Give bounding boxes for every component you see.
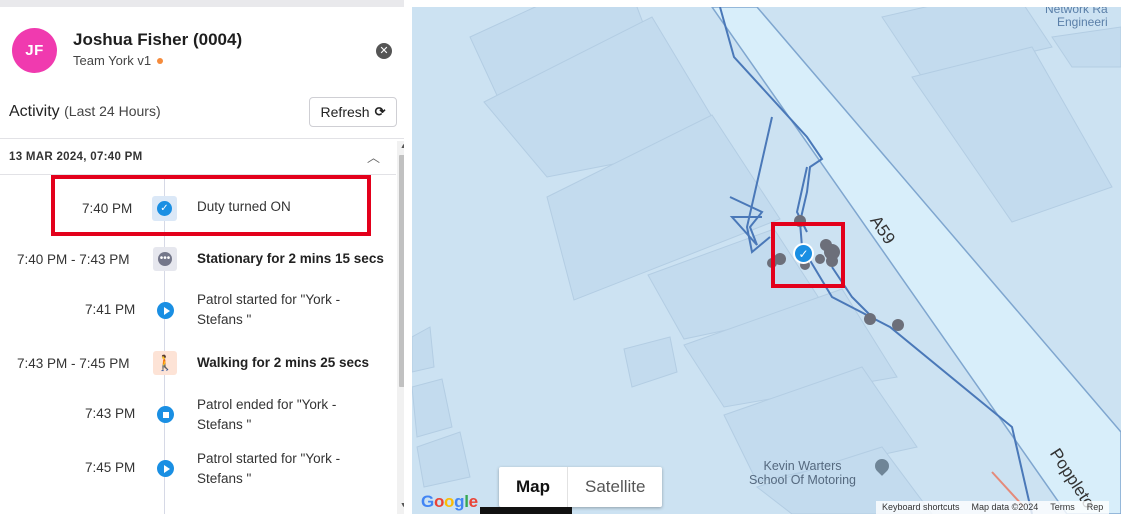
scrollbar[interactable]: ▲ ▼ xyxy=(397,141,404,514)
activity-item-time: 7:40 PM - 7:43 PM xyxy=(17,252,130,267)
activity-item-text: Walking for 2 mins 25 secs xyxy=(197,355,370,370)
user-name: Joshua Fisher (0004) xyxy=(73,30,243,49)
avatar-initials: JF xyxy=(25,42,44,59)
activity-item-text: Patrol ended for "York - Stefans " xyxy=(197,397,337,432)
keyboard-shortcuts-link[interactable]: Keyboard shortcuts xyxy=(882,502,960,513)
map-type-toggle: Map Satellite xyxy=(499,467,663,507)
play-icon xyxy=(157,460,174,477)
activity-item-time: 7:43 PM xyxy=(85,406,136,421)
refresh-button[interactable]: Refresh ⟳ xyxy=(309,97,397,127)
map-attribution: Keyboard shortcuts Map data ©2024 Terms … xyxy=(876,501,1110,514)
team-status-dot xyxy=(157,57,164,64)
report-link[interactable]: Rep xyxy=(1087,502,1104,513)
google-logo: Google xyxy=(421,492,478,511)
map-type-map-button[interactable]: Map xyxy=(499,467,568,507)
panel-top-strip xyxy=(0,0,404,7)
map-bottom-bar xyxy=(480,507,572,514)
activity-title-label: Activity xyxy=(9,103,60,120)
team-name: Team York v1 xyxy=(73,53,152,68)
date-group-label: 13 MAR 2024, 07:40 PM xyxy=(9,151,143,163)
activity-item-text: Patrol started for "York - Stefans " xyxy=(197,292,341,327)
highlight-box-activity xyxy=(51,175,371,236)
team-row: Team York v1 xyxy=(73,53,164,68)
map-data-label: Map data ©2024 xyxy=(971,502,1039,512)
map-label-network-rail: Network Ra Engineeri xyxy=(1045,7,1108,29)
activity-item-time: 7:45 PM xyxy=(85,460,136,475)
scroll-down-icon[interactable]: ▼ xyxy=(397,502,404,512)
map-type-satellite-button[interactable]: Satellite xyxy=(568,467,662,507)
close-icon: ✕ xyxy=(379,44,389,57)
chevron-up-icon[interactable]: ︿ xyxy=(367,147,380,166)
activity-item-text: Patrol started for "York - Stefans " xyxy=(197,451,341,486)
scroll-up-icon[interactable]: ▲ xyxy=(397,143,404,153)
avatar: JF xyxy=(12,28,57,73)
activity-item-time: 7:41 PM xyxy=(85,302,136,317)
terms-link[interactable]: Terms xyxy=(1050,502,1075,513)
highlight-box-marker xyxy=(771,222,845,288)
date-group-header[interactable]: 13 MAR 2024, 07:40 PM ︿ xyxy=(0,139,396,175)
walking-icon: 🚶 xyxy=(153,351,177,375)
more-dots-icon: ••• xyxy=(153,247,177,271)
activity-panel: JF Joshua Fisher (0004) Team York v1 ✕ A… xyxy=(0,0,404,514)
activity-item-time: 7:43 PM - 7:45 PM xyxy=(17,356,130,371)
activity-subtitle: (Last 24 Hours) xyxy=(64,103,161,119)
map-canvas xyxy=(412,7,1121,514)
activity-item-text: Stationary for 2 mins 15 secs xyxy=(197,251,384,266)
scroll-thumb[interactable] xyxy=(399,155,404,387)
map-view[interactable]: Network Ra Engineeri Kevin Warters Schoo… xyxy=(412,7,1121,514)
close-button[interactable]: ✕ xyxy=(376,43,392,59)
activity-title: Activity (Last 24 Hours) xyxy=(9,103,161,121)
stop-icon xyxy=(157,406,174,423)
refresh-label: Refresh xyxy=(320,104,370,120)
play-icon xyxy=(157,302,174,319)
map-label-school[interactable]: Kevin Warters School Of Motoring xyxy=(749,459,856,487)
refresh-icon: ⟳ xyxy=(374,104,386,119)
